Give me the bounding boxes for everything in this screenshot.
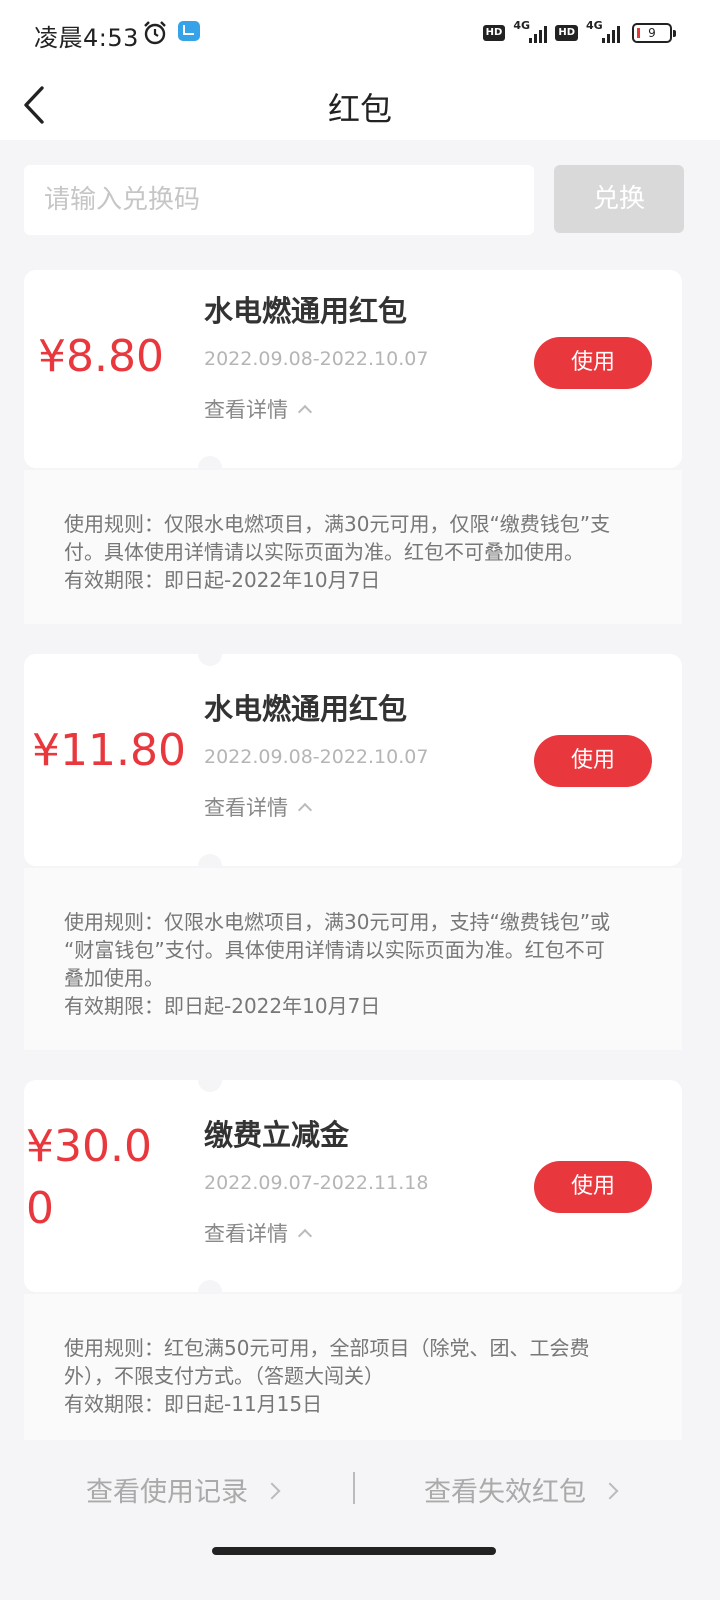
coupon-rule-line: 使用规则：仅限水电燃项目，满30元可用，支持“缴费钱包”或	[64, 910, 611, 934]
signal-icon: 4G	[586, 19, 620, 45]
use-button[interactable]: 使用	[534, 337, 652, 389]
expired-coupons-link[interactable]: 查看失效红包	[424, 1470, 619, 1509]
coupon-validity: 有效期限：即日起-2022年10月7日	[64, 994, 381, 1018]
signal-icon: 4G	[513, 19, 548, 45]
card-notch	[198, 854, 222, 866]
card-notch	[198, 1080, 222, 1092]
use-button[interactable]: 使用	[534, 735, 652, 787]
coupon-amount: ¥11.80	[32, 725, 186, 776]
coupon-detail-label: 查看详情	[204, 398, 288, 422]
coupon-rule-line: 使用规则：红包满50元可用，全部项目（除党、团、工会费	[64, 1336, 590, 1360]
coupon-amount: ¥30.0	[26, 1121, 152, 1172]
coupon-validity: 有效期限：即日起-11月15日	[64, 1392, 323, 1416]
coupon-card: ¥30.0 0 缴费立减金 2022.09.07-2022.11.18 查看详情…	[24, 1080, 682, 1292]
coupon-amount-wrap: 0	[26, 1183, 54, 1234]
footer-divider	[353, 1472, 355, 1504]
coupon-rule-line: 叠加使用。	[64, 966, 164, 990]
hd-badge: HD	[555, 25, 578, 41]
usage-record-label: 查看使用记录	[86, 1477, 248, 1508]
coupon-date-range: 2022.09.08-2022.10.07	[204, 348, 429, 370]
card-notch	[198, 456, 222, 468]
status-indicators: HD 4G HD 4G 9	[482, 19, 676, 46]
hd-badge: HD	[482, 25, 506, 41]
card-notch	[198, 654, 222, 666]
usage-record-link[interactable]: 查看使用记录	[86, 1470, 281, 1509]
coupon-date-range: 2022.09.08-2022.10.07	[204, 746, 429, 768]
coupon-detail-label: 查看详情	[204, 796, 288, 820]
coupon-detail-toggle[interactable]: 查看详情	[204, 1218, 313, 1248]
battery-icon: 9	[632, 23, 676, 43]
coupon-card: ¥8.80 水电燃通用红包 2022.09.08-2022.10.07 查看详情…	[24, 270, 682, 468]
coupon-rule-line: 使用规则：仅限水电燃项目，满30元可用，仅限“缴费钱包”支	[64, 512, 611, 536]
coupon-detail-toggle[interactable]: 查看详情	[204, 394, 313, 424]
nav-bar: 红包	[0, 70, 720, 140]
status-time: 凌晨4:53	[34, 24, 139, 52]
coupon-amount: ¥8.80	[38, 331, 164, 382]
chevron-up-icon	[297, 404, 313, 420]
coupon-title: 水电燃通用红包	[204, 692, 408, 726]
app-notification-icon	[178, 21, 200, 41]
use-button[interactable]: 使用	[534, 1161, 652, 1213]
chevron-up-icon	[297, 802, 313, 818]
coupon-card: ¥11.80 水电燃通用红包 2022.09.08-2022.10.07 查看详…	[24, 654, 682, 866]
coupon-detail-label: 查看详情	[204, 1222, 288, 1246]
coupon-title: 缴费立减金	[204, 1118, 350, 1152]
coupon-rule-line: 外），不限支付方式。（答题大闯关）	[64, 1364, 384, 1388]
home-indicator[interactable]	[212, 1547, 496, 1555]
coupon-rule-line: 付。具体使用详情请以实际页面为准。红包不可叠加使用。	[64, 540, 584, 564]
chevron-right-icon	[601, 1482, 619, 1500]
coupon-rules: 使用规则：仅限水电燃项目，满30元可用，仅限“缴费钱包”支 付。具体使用详情请以…	[24, 470, 682, 624]
network-type: 4G	[513, 19, 531, 32]
battery-level: 9	[648, 26, 656, 40]
footer-links: 查看使用记录 查看失效红包	[0, 1440, 720, 1536]
card-notch	[198, 1280, 222, 1292]
page-title: 红包	[327, 90, 392, 128]
redeem-code-input[interactable]: 请输入兑换码	[24, 165, 534, 235]
coupon-detail-toggle[interactable]: 查看详情	[204, 792, 313, 822]
status-bar: 凌晨4:53 HD 4G HD 4G 9	[0, 0, 720, 70]
coupon-rule-line: “财富钱包”支付。具体使用详情请以实际页面为准。红包不可	[64, 938, 605, 962]
coupon-rules: 使用规则：红包满50元可用，全部项目（除党、团、工会费 外），不限支付方式。（答…	[24, 1294, 682, 1440]
redeem-code-placeholder: 请输入兑换码	[44, 185, 201, 215]
redeem-button[interactable]: 兑换	[554, 165, 684, 233]
coupon-title: 水电燃通用红包	[204, 294, 408, 328]
chevron-right-icon	[263, 1482, 281, 1500]
alarm-icon	[144, 21, 166, 45]
coupon-date-range: 2022.09.07-2022.11.18	[204, 1172, 429, 1194]
coupon-rules: 使用规则：仅限水电燃项目，满30元可用，支持“缴费钱包”或 “财富钱包”支付。具…	[24, 868, 682, 1050]
expired-coupons-label: 查看失效红包	[424, 1477, 586, 1508]
chevron-up-icon	[297, 1228, 313, 1244]
coupon-validity: 有效期限：即日起-2022年10月7日	[64, 568, 381, 592]
network-type: 4G	[586, 19, 603, 32]
